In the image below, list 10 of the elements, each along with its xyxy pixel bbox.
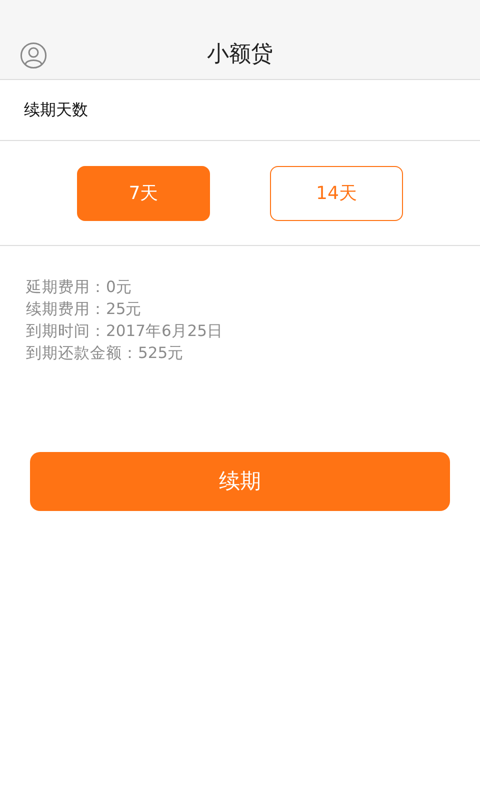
detail-line: 到期时间：2017年6月25日: [26, 322, 224, 340]
section-label: 续期天数: [24, 99, 88, 121]
detail-line: 到期还款金额：525元: [26, 344, 184, 362]
detail-line: 延期费用：0元: [26, 278, 132, 296]
user-icon[interactable]: [20, 42, 47, 69]
page-title: 小额贷: [207, 41, 273, 69]
detail-line: 续期费用：25元: [26, 300, 142, 318]
renew-button[interactable]: 续期: [30, 452, 450, 511]
day-option[interactable]: 7天: [77, 166, 210, 220]
day-option[interactable]: 14天: [270, 166, 403, 220]
